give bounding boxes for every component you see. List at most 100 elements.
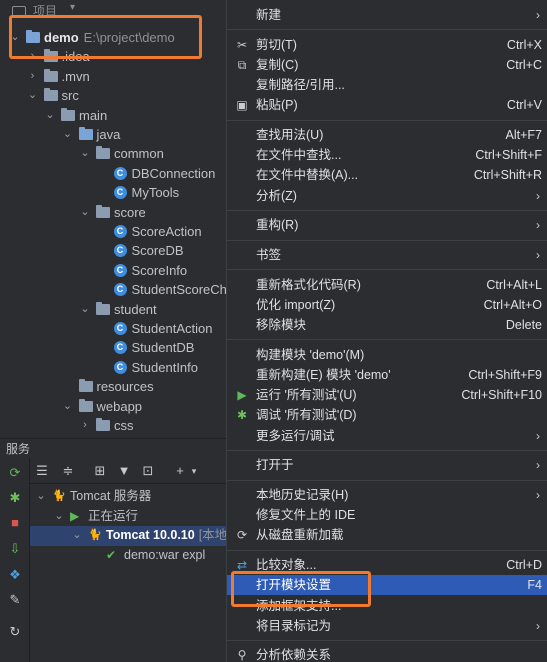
package-icon	[96, 204, 110, 218]
services-tree-item[interactable]: ⌄ ▶ 正在运行	[30, 507, 232, 527]
menu-item[interactable]: ✂ 剪切(T) Ctrl+X	[227, 35, 547, 55]
chevron-down-icon[interactable]: ▾	[186, 463, 202, 479]
menu-item[interactable]: ▣ 粘贴(P) Ctrl+V	[227, 95, 547, 115]
menu-item[interactable]: 重构(R) ›	[227, 215, 547, 235]
debug-icon[interactable]: ✱	[8, 491, 22, 505]
chevron-down-icon[interactable]: ⌄	[80, 300, 90, 319]
menu-separator	[227, 479, 547, 481]
tree-class-item[interactable]: C ScoreAction	[0, 222, 232, 241]
menu-item[interactable]: 打开于 ›	[227, 455, 547, 475]
chevron-right-icon[interactable]: ›	[80, 416, 90, 435]
menu-item-shortcut: Ctrl+Shift+F10	[461, 388, 542, 403]
tree-item-label: src	[61, 88, 79, 104]
chevron-down-icon[interactable]: ⌄	[63, 125, 73, 144]
menu-item[interactable]: 构建模块 'demo'(M)	[227, 345, 547, 365]
menu-separator	[227, 449, 547, 451]
services-tree-item[interactable]: ✔ demo:war expl	[30, 546, 232, 566]
tree-folder-item[interactable]: ⌄ webapp	[0, 397, 232, 416]
chevron-down-icon[interactable]: ⌄	[36, 487, 46, 507]
package-icon	[96, 146, 110, 160]
chevron-down-icon[interactable]: ▾	[70, 2, 75, 13]
chevron-down-icon[interactable]: ⌄	[63, 397, 73, 416]
chevron-down-icon[interactable]: ⌄	[80, 144, 90, 163]
services-item-name: Tomcat 服务器	[70, 489, 152, 503]
menu-item[interactable]: ⚲ 分析依赖关系	[227, 645, 547, 662]
menu-item[interactable]: 新建 ›	[227, 5, 547, 25]
filter-icon[interactable]: ▼	[116, 463, 132, 479]
chevron-down-icon[interactable]: ⌄	[28, 86, 38, 105]
tomcat-icon: 🐈	[88, 529, 102, 541]
tree-folder-item[interactable]: ⌄ java	[0, 125, 232, 144]
menu-item[interactable]: 优化 import(Z) Ctrl+Alt+O	[227, 295, 547, 315]
menu-item[interactable]: 更多运行/调试 ›	[227, 426, 547, 446]
menu-item[interactable]: ⟳ 从磁盘重新加载	[227, 525, 547, 545]
artifact-icon[interactable]: ❖	[8, 568, 22, 582]
refresh-icon[interactable]: ↻	[8, 625, 22, 639]
menu-item[interactable]: 复制路径/引用...	[227, 75, 547, 95]
tree-folder-item[interactable]: ⌄ common	[0, 144, 232, 163]
chevron-down-icon[interactable]: ⌄	[45, 106, 55, 125]
chevron-down-icon[interactable]: ⌄	[80, 203, 90, 222]
submenu-arrow-icon: ›	[536, 488, 540, 502]
menu-item-label: 新建	[256, 8, 282, 22]
menu-item[interactable]: 分析(Z) ›	[227, 186, 547, 206]
menu-item[interactable]: 将目录标记为 ›	[227, 616, 547, 636]
menu-item[interactable]: ✱ 调试 '所有测试'(D)	[227, 405, 547, 425]
menu-item-label: 书签	[256, 248, 282, 262]
rerun-icon[interactable]: ⟳	[8, 466, 22, 480]
services-tree-item[interactable]: ⌄ 🐈 Tomcat 10.0.10 [本地	[30, 526, 232, 546]
tree-folder-item[interactable]: ⌄ src	[0, 86, 232, 105]
deploy-icon[interactable]: ⇩	[8, 542, 22, 556]
java-class-icon: C	[113, 186, 127, 200]
tree-class-item[interactable]: C StudentAction	[0, 319, 232, 338]
tree-class-item[interactable]: C ScoreInfo	[0, 261, 232, 280]
menu-item-label: 粘贴(P)	[256, 98, 298, 113]
menu-item[interactable]: 本地历史记录(H) ›	[227, 485, 547, 505]
chevron-down-icon[interactable]: ⌄	[72, 526, 82, 546]
menu-item[interactable]: 修复文件上的 IDE	[227, 505, 547, 525]
new-tab-icon[interactable]: ⊡	[140, 463, 156, 479]
tree-folder-item[interactable]: ⌄ student	[0, 300, 232, 319]
menu-item[interactable]: 移除模块 Delete	[227, 315, 547, 335]
chevron-right-icon[interactable]: ›	[28, 67, 38, 86]
menu-item-shortcut: Delete	[505, 318, 542, 333]
menu-item[interactable]: 查找用法(U) Alt+F7	[227, 125, 547, 145]
chevron-down-icon[interactable]: ⌄	[54, 507, 64, 527]
tree-folder-item[interactable]: ⌄ main	[0, 106, 232, 125]
tree-folder-item[interactable]: › .mvn	[0, 67, 232, 86]
tree-class-item[interactable]: C StudentScoreCh	[0, 280, 232, 299]
wrench-icon[interactable]: ✎	[8, 593, 22, 607]
group-icon[interactable]: ⊞	[92, 463, 108, 479]
stop-icon[interactable]: ■	[8, 516, 22, 530]
collapse-all-icon[interactable]: ≑	[60, 463, 76, 479]
menu-item[interactable]: 重新格式化代码(R) Ctrl+Alt+L	[227, 275, 547, 295]
tree-folder-item[interactable]: resources	[0, 377, 232, 396]
tree-folder-item[interactable]: › css	[0, 416, 232, 435]
services-tree-item[interactable]: ⌄ 🐈 Tomcat 服务器	[30, 487, 232, 507]
tree-class-item[interactable]: C MyTools	[0, 183, 232, 202]
run-icon: ▶	[237, 388, 247, 403]
menu-item-label: 本地历史记录(H)	[256, 488, 349, 502]
services-item-label: Tomcat 10.0.10 [本地	[106, 526, 227, 546]
menu-item-label: 剪切(T)	[256, 37, 297, 52]
menu-item[interactable]: ⧉ 复制(C) Ctrl+C	[227, 55, 547, 75]
submenu-arrow-icon: ›	[536, 618, 540, 633]
tree-class-item[interactable]: C StudentInfo	[0, 358, 232, 377]
services-item-name: demo:war expl	[124, 547, 206, 562]
menu-item[interactable]: 在文件中替换(A)... Ctrl+Shift+R	[227, 165, 547, 185]
tree-class-item[interactable]: C DBConnection	[0, 164, 232, 183]
menu-separator	[227, 209, 547, 211]
folder-icon	[43, 88, 58, 102]
menu-item-label: 优化 import(Z)	[256, 297, 336, 312]
menu-item[interactable]: 重新构建(E) 模块 'demo' Ctrl+Shift+F9	[227, 365, 547, 385]
services-item-suffix: [本地	[198, 528, 228, 542]
expand-all-icon[interactable]: ☰	[34, 463, 50, 479]
menu-item[interactable]: 在文件中查找... Ctrl+Shift+F	[227, 145, 547, 165]
tree-folder-item[interactable]: ⌄ score	[0, 203, 232, 222]
tree-class-item[interactable]: C ScoreDB	[0, 241, 232, 260]
tree-item-label: main	[79, 107, 108, 123]
tree-class-item[interactable]: C StudentDB	[0, 338, 232, 357]
menu-item[interactable]: 书签 ›	[227, 245, 547, 265]
menu-item[interactable]: ▶ 运行 '所有测试'(U) Ctrl+Shift+F10	[227, 385, 547, 405]
tree-item-label: score	[114, 204, 146, 220]
